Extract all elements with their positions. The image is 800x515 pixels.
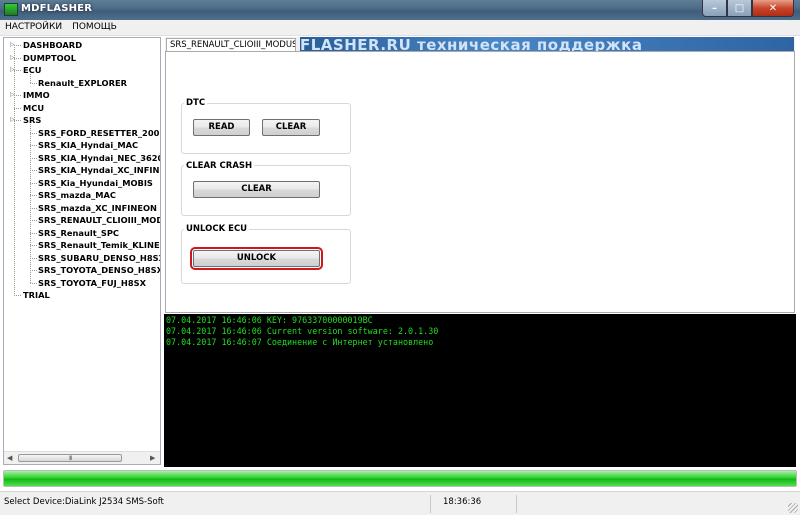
tree-item-trial[interactable]: TRIAL <box>23 289 50 301</box>
tree-item-srs-subaru-denso-h8sx[interactable]: SRS_SUBARU_DENSO_H8SX <box>38 252 160 264</box>
tree-item-mcu[interactable]: MCU <box>23 102 44 114</box>
tree-connector <box>30 207 37 209</box>
tree-item-ecu[interactable]: ECU <box>23 64 42 76</box>
tree-connector <box>14 45 15 296</box>
dtc-read-button[interactable]: READ <box>193 119 250 136</box>
tree-connector <box>30 170 37 171</box>
tree-item-srs-kia-hyndai-nec-3620[interactable]: SRS_KIA_Hyndai_NEC_3620 <box>38 152 160 164</box>
tree-item-srs-mazda-mac[interactable]: SRS_mazda_MAC <box>38 189 116 201</box>
support-banner: FLASHER.RU техническая поддержка <box>300 37 794 52</box>
progress-fill <box>4 471 796 486</box>
tree-connector <box>30 270 37 271</box>
tree-connector <box>30 124 31 283</box>
scroll-left-icon[interactable]: ◀ <box>7 454 12 462</box>
tree-connector <box>14 45 21 46</box>
tree-connector <box>30 220 37 221</box>
resize-grip-icon[interactable] <box>788 503 798 513</box>
status-bar: Select Device:DiaLink J2534 SMS-Soft 18:… <box>0 491 800 515</box>
menu-help[interactable]: ПОМОЩЬ <box>67 20 122 35</box>
app-icon <box>4 3 18 16</box>
minimize-icon: – <box>712 2 717 14</box>
tree-item-immo[interactable]: IMMO <box>23 89 50 101</box>
clear-crash-group-title: CLEAR CRASH <box>184 161 255 171</box>
tree-item-srs-toyota-fuj-h8sx[interactable]: SRS_TOYOTA_FUJ_H8SX <box>38 277 146 289</box>
log-line: 07.04.2017 16:46:06 KEY: 97633700000019B… <box>166 315 373 325</box>
window-title: MDFLASHER <box>21 3 93 14</box>
log-line: 07.04.2017 16:46:06 Current version soft… <box>166 326 439 336</box>
tree-connector <box>30 245 37 246</box>
tree-connector <box>30 257 37 259</box>
tree-item-srs-renault-clioiii-modus[interactable]: SRS_RENAULT_CLIOIII_MODUS <box>38 214 160 226</box>
tree-connector <box>30 74 31 83</box>
tree-item-srs-toyota-denso-h8sx[interactable]: SRS_TOYOTA_DENSO_H8SX <box>38 264 160 276</box>
tree-connector <box>30 195 37 196</box>
tree-item-srs-mazda-xc-infineon[interactable]: SRS_mazda_XC_INFINEON <box>38 202 157 214</box>
title-bar: MDFLASHER – □ ✕ <box>0 0 800 20</box>
tree-item-dashboard[interactable]: DASHBOARD <box>23 39 82 51</box>
tree-connector <box>14 95 21 96</box>
window-controls: – □ ✕ <box>702 0 794 18</box>
tree-item-dumptool[interactable]: DUMPTOOL <box>23 52 76 64</box>
device-tree[interactable]: ◀ III ▶ DASHBOARD ▷ DUMPTOOL ▷ ECU ▷ Renault_E… <box>3 37 161 465</box>
tree-connector <box>30 157 37 159</box>
menu-bar: НАСТРОЙКИ ПОМОЩЬ <box>0 20 800 36</box>
tab-page: DTC READ CLEAR CLEAR CRASH CLEAR UNLOCK … <box>165 51 795 313</box>
close-icon: ✕ <box>768 2 778 14</box>
tree-connector <box>30 82 37 84</box>
tree-connector <box>30 132 37 134</box>
tree-connector <box>14 70 21 71</box>
status-separator <box>430 495 431 513</box>
tree-item-srs[interactable]: SRS <box>23 114 41 126</box>
tree-item-srs-renault-temik-kline[interactable]: SRS_Renault_Temik_KLINE <box>38 239 160 251</box>
maximize-icon: □ <box>734 2 745 14</box>
tree-connector <box>30 232 37 234</box>
status-time: 18:36:36 <box>443 497 482 507</box>
tree-connector <box>14 120 21 121</box>
tree-connector <box>14 57 21 59</box>
tree-item-renault-explorer[interactable]: Renault_EXPLORER <box>38 77 127 89</box>
tree-connector <box>14 107 21 109</box>
tree-connector <box>30 145 37 146</box>
dtc-clear-button[interactable]: CLEAR <box>262 119 320 136</box>
tree-connector <box>14 295 21 296</box>
tree-item-srs-kia-hyundai-mobis[interactable]: SRS_Kia_Hyundai_MOBIS <box>38 177 153 189</box>
unlock-button[interactable]: UNLOCK <box>190 247 323 270</box>
scrollbar-grip: III <box>69 455 72 462</box>
minimize-button[interactable]: – <box>702 0 727 17</box>
device-status: Select Device:DiaLink J2534 SMS-Soft <box>4 497 164 507</box>
close-button[interactable]: ✕ <box>752 0 794 17</box>
status-separator <box>516 495 517 513</box>
scrollbar-thumb[interactable]: III <box>18 454 122 462</box>
progress-bar <box>3 470 797 487</box>
log-console[interactable]: 07.04.2017 16:46:06 KEY: 97633700000019B… <box>164 314 796 467</box>
tree-item-srs-ford-resetter-2005[interactable]: SRS_FORD_RESETTER_2005 <box>38 127 160 139</box>
tree-item-srs-kia-hyndai-mac[interactable]: SRS_KIA_Hyndai_MAC <box>38 139 138 151</box>
tree-connector <box>30 182 37 184</box>
banner-text: FLASHER.RU техническая поддержка <box>300 37 643 52</box>
log-line: 07.04.2017 16:46:07 Соединение с Интерне… <box>166 337 434 347</box>
tree-horizontal-scrollbar[interactable]: ◀ III ▶ <box>4 451 160 464</box>
tree-item-srs-kia-hyndai-xc-infineon[interactable]: SRS_KIA_Hyndai_XC_INFINEON <box>38 164 160 176</box>
tree-connector <box>30 282 37 284</box>
menu-settings[interactable]: НАСТРОЙКИ <box>0 20 67 35</box>
maximize-button[interactable]: □ <box>727 0 752 17</box>
dtc-group-title: DTC <box>184 98 208 108</box>
scroll-right-icon[interactable]: ▶ <box>150 454 155 462</box>
unlock-ecu-group-title: UNLOCK ECU <box>184 224 250 234</box>
tree-item-srs-renault-spc[interactable]: SRS_Renault_SPC <box>38 227 119 239</box>
tab-srs-renault-clioiii-modus[interactable]: SRS_RENAULT_CLIOIII_MODUS <box>166 38 296 52</box>
clear-crash-button[interactable]: CLEAR <box>193 181 320 198</box>
